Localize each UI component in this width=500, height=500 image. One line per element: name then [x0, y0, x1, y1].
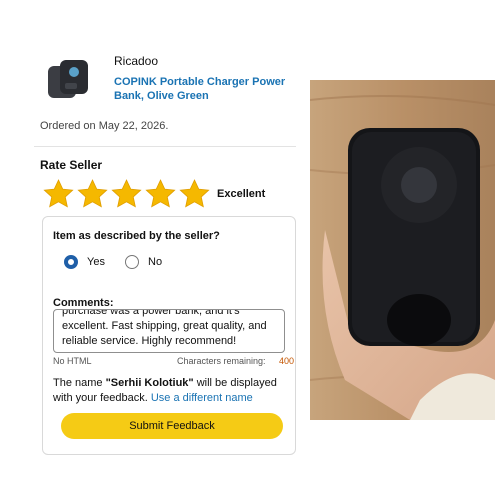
radio-yes-label: Yes — [87, 256, 105, 268]
feedback-card: Item as described by the seller? Yes No … — [42, 216, 296, 455]
star-icon-1[interactable] — [42, 178, 75, 211]
radio-no-label: No — [148, 256, 163, 268]
comments-textarea[interactable]: purchase was a power bank, and it's exce… — [53, 309, 285, 353]
radio-no[interactable]: No — [125, 255, 162, 269]
rating-label: Excellent — [217, 188, 266, 200]
use-different-name-link[interactable]: Use a different name — [151, 392, 253, 404]
product-photo — [310, 80, 495, 420]
star-icon-2[interactable] — [76, 178, 109, 211]
product-thumbnail[interactable] — [44, 56, 94, 102]
radio-yes[interactable]: Yes — [64, 255, 105, 269]
comments-label: Comments: — [53, 297, 114, 309]
star-icon-3[interactable] — [110, 178, 143, 211]
radio-unselected-icon[interactable] — [125, 255, 139, 269]
star-rating[interactable] — [42, 178, 211, 212]
characters-remaining-count: 400 — [279, 356, 295, 366]
seller-name: Ricadoo — [114, 54, 159, 68]
radio-selected-icon[interactable] — [64, 255, 78, 269]
name-note-prefix: The name — [53, 377, 106, 389]
feedback-panel: Ricadoo COPINK Portable Charger Power Ba… — [34, 42, 296, 460]
characters-remaining-label: Characters remaining: — [177, 356, 266, 366]
submit-feedback-button[interactable]: Submit Feedback — [61, 413, 283, 439]
star-icon-5[interactable] — [178, 178, 211, 211]
rate-seller-title: Rate Seller — [40, 158, 103, 172]
item-described-question: Item as described by the seller? — [53, 230, 220, 242]
order-date: Ordered on May 22, 2026. — [40, 120, 169, 132]
display-name: "Serhii Kolotiuk" — [105, 377, 194, 389]
comments-text: purchase was a power bank, and it's exce… — [62, 309, 267, 347]
display-name-note: The name "Serhii Kolotiuk" will be displ… — [53, 376, 289, 406]
no-html-hint: No HTML — [53, 356, 92, 366]
divider — [34, 146, 296, 147]
star-icon-4[interactable] — [144, 178, 177, 211]
product-title-link[interactable]: COPINK Portable Charger Power Bank, Oliv… — [114, 75, 294, 103]
